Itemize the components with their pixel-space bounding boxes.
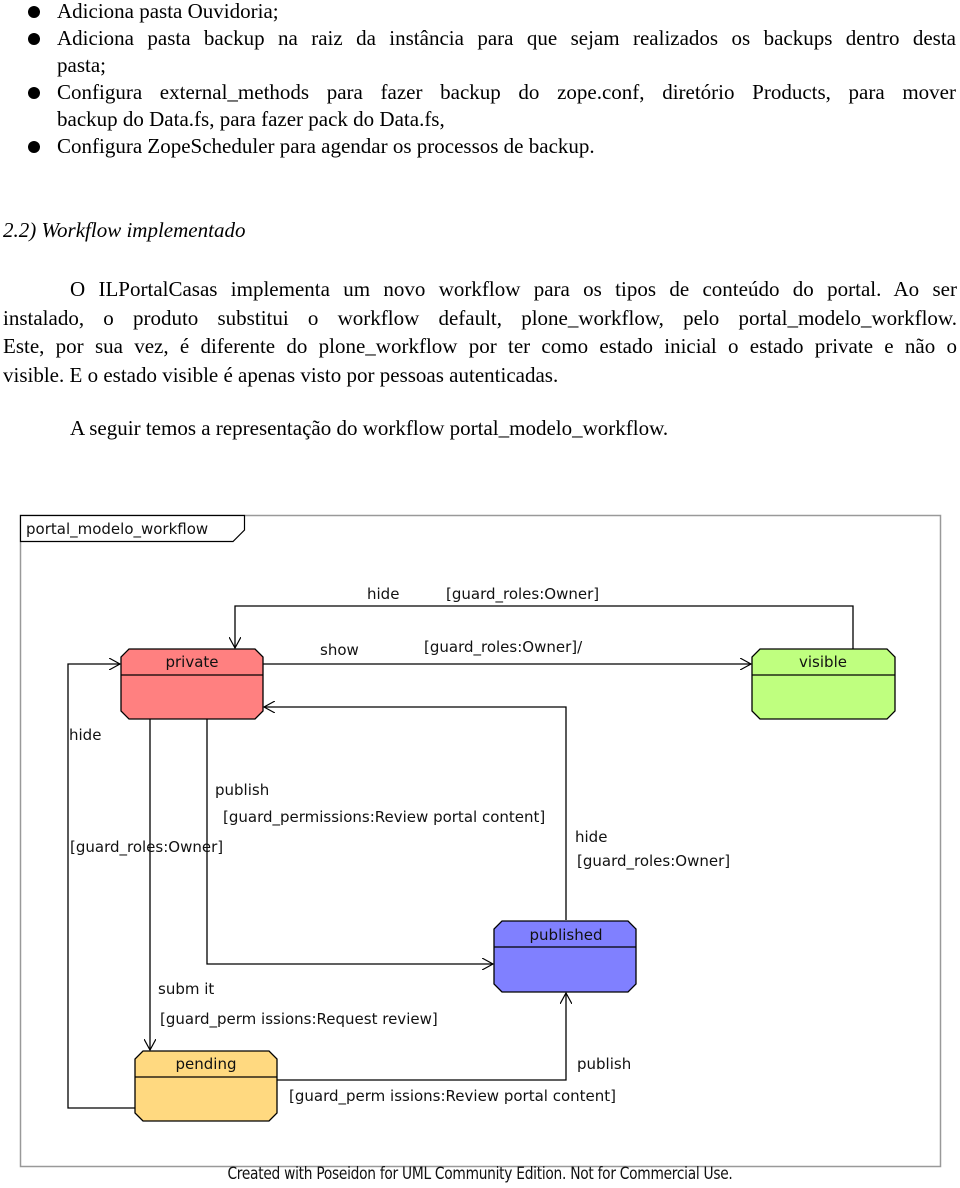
transition-label: publish bbox=[215, 781, 269, 799]
bullet-text: Adiciona pasta backup na raiz da instânc… bbox=[57, 26, 956, 50]
transition-guard: [guard_roles:Owner] bbox=[577, 852, 730, 871]
state-visible[interactable]: visible bbox=[751, 648, 896, 720]
state-pending[interactable]: pending bbox=[134, 1050, 278, 1122]
section-paragraph: O ILPortalCasas implementa um novo workf… bbox=[3, 275, 957, 389]
transition-guard: [guard_roles:Owner]/ bbox=[424, 638, 583, 657]
state-diagram: portal_modelo_workflow private visible p… bbox=[19, 514, 942, 1168]
bullet-icon bbox=[28, 141, 40, 153]
bullet-icon bbox=[28, 33, 40, 45]
paragraph-line: O ILPortalCasas implementa um novo workf… bbox=[70, 277, 957, 301]
transition-guard: [guard_permissions:Review portal content… bbox=[223, 808, 545, 827]
transition-guard: [guard_roles:Owner] bbox=[446, 585, 599, 604]
state-published[interactable]: published bbox=[493, 920, 637, 993]
bullet-text: Adiciona pasta Ouvidoria; bbox=[57, 0, 279, 23]
section-heading: 2.2) Workflow implementado bbox=[3, 218, 246, 242]
bullet-text: backup do Data.fs, para fazer pack do Da… bbox=[57, 106, 445, 131]
bullet-item: Adiciona pasta Ouvidoria; bbox=[0, 0, 960, 25]
state-visible-label: visible bbox=[799, 653, 847, 671]
transition-label: publish bbox=[577, 1055, 631, 1073]
bullet-item: Configura external_methods para fazer ba… bbox=[0, 79, 960, 132]
paragraph-line: Este, por sua vez, é diferente do plone_… bbox=[3, 334, 957, 358]
transition-label: subm it bbox=[158, 980, 214, 998]
state-pending-label: pending bbox=[176, 1055, 237, 1073]
transition-guard: [guard_perm issions:Request review] bbox=[160, 1010, 438, 1029]
bullet-icon bbox=[28, 87, 40, 99]
transition-label: hide bbox=[367, 585, 399, 603]
transition-guard: [guard_roles:Owner] bbox=[70, 838, 223, 857]
diagram-intro: A seguir temos a representação do workfl… bbox=[70, 416, 669, 440]
bullet-text: Configura ZopeScheduler para agendar os … bbox=[57, 134, 595, 158]
diagram-footer: Created with Poseidon for UML Community … bbox=[227, 1164, 733, 1184]
transition-guard: [guard_perm issions:Review portal conten… bbox=[289, 1087, 616, 1106]
paragraph-line: visible. E o estado visible é apenas vis… bbox=[3, 362, 559, 387]
bullet-item: Adiciona pasta backup na raiz da instânc… bbox=[0, 25, 960, 78]
diagram-title: portal_modelo_workflow bbox=[26, 520, 208, 539]
transition-label: hide bbox=[575, 828, 607, 846]
state-private[interactable]: private bbox=[120, 648, 264, 720]
paragraph-line: instalado, o produto substitui o workflo… bbox=[3, 305, 957, 330]
state-published-label: published bbox=[530, 926, 603, 944]
bullet-text: pasta; bbox=[57, 52, 106, 77]
transition-label: show bbox=[320, 641, 359, 659]
bullet-item: Configura ZopeScheduler para agendar os … bbox=[0, 133, 960, 160]
transition-label: hide bbox=[69, 726, 101, 744]
state-private-label: private bbox=[165, 653, 218, 671]
bullet-icon bbox=[28, 6, 40, 18]
bullet-text: Configura external_methods para fazer ba… bbox=[57, 80, 956, 104]
